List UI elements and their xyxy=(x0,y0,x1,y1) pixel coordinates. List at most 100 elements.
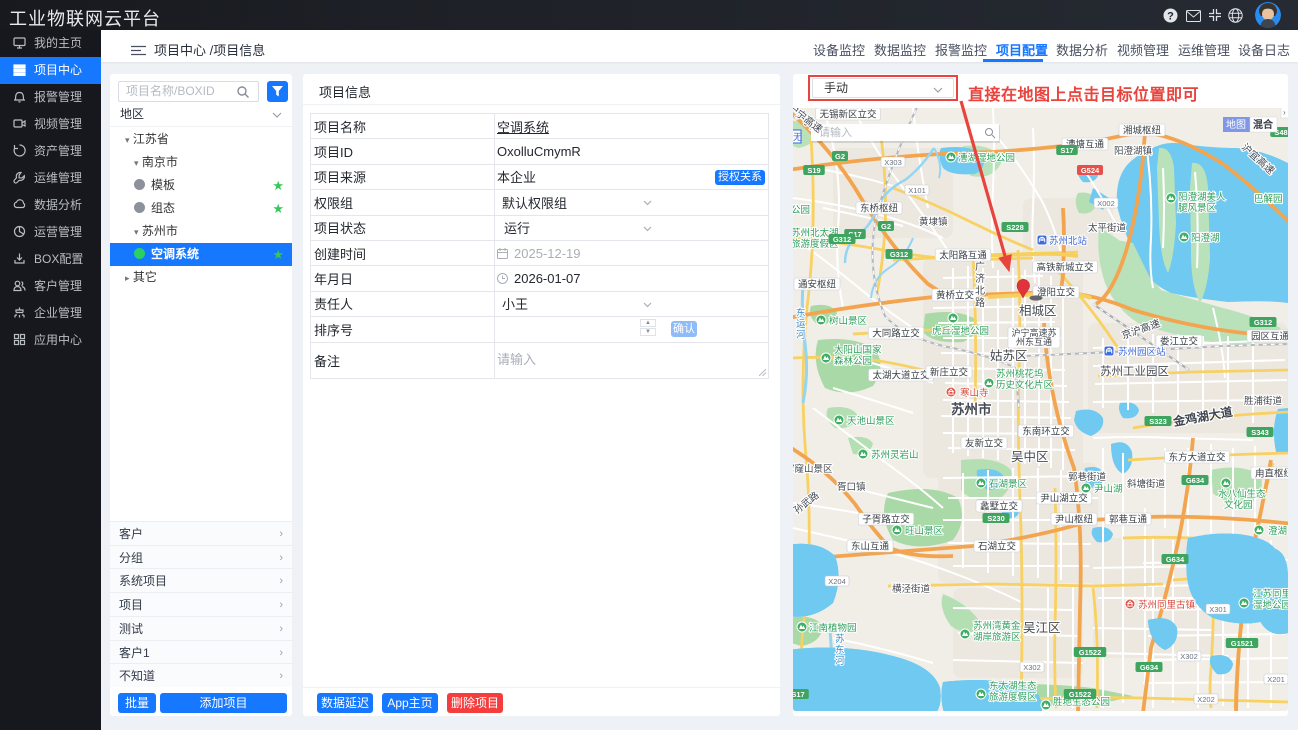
svg-text:X301: X301 xyxy=(1209,605,1227,614)
svg-text:石湖景区: 石湖景区 xyxy=(989,479,1028,490)
svg-text:苏州园区站: 苏州园区站 xyxy=(1118,346,1166,358)
svg-text:运: 运 xyxy=(796,319,806,330)
svg-text:尹山湖立交: 尹山湖立交 xyxy=(1040,493,1088,505)
svg-text:东方大道立交: 东方大道立交 xyxy=(1168,452,1226,464)
svg-text:大同路立交: 大同路立交 xyxy=(872,328,920,340)
svg-text:尹山湖: 尹山湖 xyxy=(1094,484,1123,495)
svg-text:文化园: 文化园 xyxy=(1224,499,1253,511)
svg-text:苏州市: 苏州市 xyxy=(951,401,992,417)
svg-text:苏州同里古镇: 苏州同里古镇 xyxy=(1138,599,1196,611)
svg-text:东南环立交: 东南环立交 xyxy=(1022,426,1070,438)
svg-text:东: 东 xyxy=(796,307,806,319)
svg-text:澄湖: 澄湖 xyxy=(1268,525,1287,537)
svg-text:G1521: G1521 xyxy=(1231,639,1254,648)
svg-text:蠡墅立交: 蠡墅立交 xyxy=(980,501,1019,513)
svg-text:?: ? xyxy=(1167,11,1174,23)
svg-text:巴解园: 巴解园 xyxy=(1254,193,1283,205)
svg-text:尹山枢纽: 尹山枢纽 xyxy=(1055,514,1094,526)
svg-text:州东互通: 州东互通 xyxy=(1016,336,1052,347)
svg-text:苏州工业园区: 苏州工业园区 xyxy=(1100,365,1169,378)
svg-text:澄阳立交: 澄阳立交 xyxy=(1037,287,1076,299)
svg-text:穹窿山景区: 穹窿山景区 xyxy=(793,463,833,475)
svg-text:无: 无 xyxy=(793,132,802,142)
svg-text:阳澄湖镇: 阳澄湖镇 xyxy=(1114,145,1153,157)
svg-text:胥口镇: 胥口镇 xyxy=(837,481,866,493)
svg-text:X204: X204 xyxy=(828,577,846,586)
svg-text:郭巷互通: 郭巷互通 xyxy=(1109,514,1148,526)
svg-text:甪直枢纽: 甪直枢纽 xyxy=(1255,468,1288,480)
svg-text:太湖大道立交: 太湖大道立交 xyxy=(872,370,930,382)
svg-text:黄桥立交: 黄桥立交 xyxy=(936,290,975,302)
svg-text:S343: S343 xyxy=(1251,428,1269,437)
svg-text:江苏同里: 江苏同里 xyxy=(1253,588,1288,600)
svg-text:混合: 混合 xyxy=(1253,118,1274,131)
svg-text:X101: X101 xyxy=(908,186,926,195)
svg-text:X002: X002 xyxy=(1097,199,1115,208)
svg-text:旅游度假区: 旅游度假区 xyxy=(989,691,1037,703)
svg-text:姑苏区: 姑苏区 xyxy=(990,348,1028,363)
svg-text:水八仙生态: 水八仙生态 xyxy=(1218,488,1266,500)
svg-text:G312: G312 xyxy=(833,235,851,244)
svg-text:子胥路立交: 子胥路立交 xyxy=(862,514,910,526)
svg-text:G312: G312 xyxy=(1254,318,1272,327)
svg-text:湘城枢纽: 湘城枢纽 xyxy=(1123,125,1162,137)
svg-text:寒山寺: 寒山寺 xyxy=(960,387,989,399)
svg-text:大阳山国家: 大阳山国家 xyxy=(834,344,882,356)
svg-text:郭巷街道: 郭巷街道 xyxy=(1068,471,1107,483)
svg-text:X302: X302 xyxy=(1023,663,1041,672)
svg-text:天池山景区: 天池山景区 xyxy=(847,415,895,427)
svg-text:公园: 公园 xyxy=(793,205,810,216)
svg-text:G2: G2 xyxy=(881,222,891,231)
svg-text:江南植物园: 江南植物园 xyxy=(809,622,857,634)
svg-text:G1522: G1522 xyxy=(1079,648,1102,657)
svg-text:石湖立交: 石湖立交 xyxy=(978,541,1017,553)
svg-text:苏州灵岩山: 苏州灵岩山 xyxy=(871,449,919,461)
svg-text:娄江立交: 娄江立交 xyxy=(1160,336,1199,348)
svg-text:苏州湾黄金: 苏州湾黄金 xyxy=(973,620,1021,632)
svg-text:北: 北 xyxy=(975,285,985,297)
svg-text:漕湖湿地公园: 漕湖湿地公园 xyxy=(958,152,1015,164)
svg-text:森林公园: 森林公园 xyxy=(834,355,872,367)
svg-text:G634: G634 xyxy=(1140,663,1159,672)
svg-text:相城区: 相城区 xyxy=(1019,304,1057,318)
svg-text:G634: G634 xyxy=(1166,555,1185,564)
svg-text:东桥枢纽: 东桥枢纽 xyxy=(860,203,899,215)
svg-text:X202: X202 xyxy=(1197,695,1215,704)
svg-text:吴中区: 吴中区 xyxy=(1011,449,1049,464)
svg-text:无锡新区立交: 无锡新区立交 xyxy=(819,109,877,121)
svg-text:›: › xyxy=(1283,108,1286,117)
svg-text:路: 路 xyxy=(975,296,985,309)
svg-text:斜塘街道: 斜塘街道 xyxy=(1127,478,1166,490)
svg-text:X302: X302 xyxy=(1180,652,1198,661)
svg-text:虎丘湿地公园: 虎丘湿地公园 xyxy=(932,325,989,337)
svg-text:S19: S19 xyxy=(807,166,820,175)
svg-text:通安枢纽: 通安枢纽 xyxy=(798,279,837,291)
svg-text:S17: S17 xyxy=(793,690,805,699)
svg-text:S230: S230 xyxy=(987,514,1005,523)
svg-text:湿地公园: 湿地公园 xyxy=(1253,599,1288,611)
svg-text:友新立交: 友新立交 xyxy=(965,438,1004,450)
svg-text:湖岸旅游区: 湖岸旅游区 xyxy=(973,631,1021,643)
svg-text:河: 河 xyxy=(796,329,806,341)
svg-text:G1522: G1522 xyxy=(1069,690,1092,699)
svg-text:苏: 苏 xyxy=(835,633,845,645)
svg-text:树山景区: 树山景区 xyxy=(829,315,868,327)
svg-text:河: 河 xyxy=(835,655,845,667)
svg-text:X201: X201 xyxy=(1267,675,1285,684)
svg-text:济: 济 xyxy=(975,272,985,285)
svg-text:黄埭镇: 黄埭镇 xyxy=(919,216,948,228)
svg-text:请输入: 请输入 xyxy=(819,125,852,139)
svg-text:园区互通: 园区互通 xyxy=(1251,332,1288,343)
svg-text:G524: G524 xyxy=(1081,166,1100,175)
svg-text:东太湖生态: 东太湖生态 xyxy=(989,680,1037,692)
svg-text:横泾街道: 横泾街道 xyxy=(892,583,931,595)
svg-text:S17: S17 xyxy=(1060,146,1073,155)
svg-text:苏州桃花坞: 苏州桃花坞 xyxy=(996,368,1044,380)
svg-text:旺山景区: 旺山景区 xyxy=(905,526,944,537)
svg-text:新庄立交: 新庄立交 xyxy=(930,367,969,379)
svg-text:东山互通: 东山互通 xyxy=(851,541,890,553)
svg-text:G2: G2 xyxy=(835,152,845,161)
svg-text:历史文化片区: 历史文化片区 xyxy=(996,379,1054,391)
svg-text:太阳路互通: 太阳路互通 xyxy=(939,250,987,262)
svg-text:太平街道: 太平街道 xyxy=(1088,222,1127,234)
